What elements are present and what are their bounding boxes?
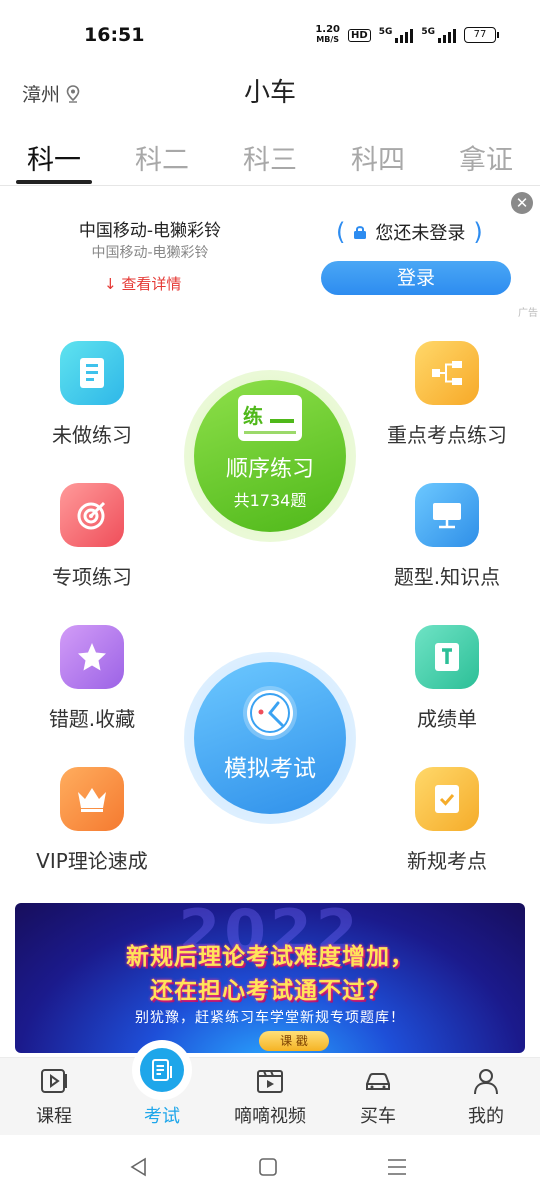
notebook-icon [60,341,124,405]
crown-icon [60,767,124,831]
feature-special-practice[interactable]: 专项练习 [0,483,192,590]
nav-label: 课程 [36,1106,72,1127]
feature-label: 专项练习 [52,565,132,589]
question-count: 共1734题 [233,491,307,510]
ad-title: 中国移动-电獭彩铃 [78,221,222,241]
banner-cta-button[interactable]: 课 戳 [259,1031,329,1051]
feature-question-types[interactable]: 题型.知识点 [347,483,540,590]
signal-icon: 5G [379,27,414,43]
back-icon[interactable] [127,1155,151,1179]
video-play-icon [41,1069,67,1093]
nav-label: 买车 [360,1106,396,1127]
feature-label: 未做练习 [52,423,132,447]
tab-subject-2[interactable]: 科二 [108,138,216,177]
signal-icon-2: 5G [421,27,456,43]
subject-tabs: 科一 科二 科三 科四 拿证 [0,128,540,186]
tab-subject-3[interactable]: 科三 [216,138,324,177]
feature-new-rules[interactable]: 新规考点 [347,767,540,874]
nav-item-profile[interactable]: 我的 [432,1058,540,1136]
download-arrow-icon: ↓ [104,275,117,293]
system-nav-bar [0,1135,540,1200]
film-icon [257,1070,283,1093]
nav-item-videos[interactable]: 嘀嘀视频 [216,1058,324,1136]
feature-undone-practice[interactable]: 未做练习 [0,341,192,448]
presentation-icon [415,483,479,547]
star-icon [60,625,124,689]
car-icon [366,1073,390,1090]
network-speed: 1.20 MB/S [315,24,341,45]
sequential-practice-label: 顺序练习 [225,457,314,482]
home-icon[interactable] [256,1155,280,1179]
feature-label: 新规考点 [407,849,487,873]
ad-banner[interactable]: ✕ 中国移动-电獭彩铃 中国移动-电獭彩铃 ↓ 查看详情 ( 您还未登录 ) 登… [0,188,540,320]
ad-detail-link[interactable]: ↓ 查看详情 [104,273,181,294]
nav-item-buy-car[interactable]: 买车 [324,1058,432,1136]
mindmap-icon [415,341,479,405]
status-time: 16:51 [84,24,145,46]
checklist-icon [415,767,479,831]
feature-label: VIP理论速成 [36,849,148,873]
banner-headline-2: 还在担心考试通不过？ [150,978,390,1004]
feature-label: 题型.知识点 [393,565,501,589]
tab-subject-4[interactable]: 科四 [324,138,432,177]
feature-label: 成绩单 [417,707,477,731]
nav-label: 考试 [144,1106,180,1127]
bottom-nav: 课程 考试 嘀嘀视频 买车 我的 [0,1040,540,1136]
feature-label: 重点考点练习 [387,423,507,447]
practice-card-icon: 练 [238,395,302,441]
feature-score-report[interactable]: 成绩单 [347,625,540,732]
nav-label: 嘀嘀视频 [234,1106,306,1127]
stopwatch-icon [243,686,297,740]
hd-icon: HD [348,28,371,42]
mock-exam-button[interactable]: 模拟考试 [194,662,346,814]
login-button[interactable]: 登录 [321,261,511,295]
close-icon[interactable]: ✕ [511,192,533,214]
sequential-practice-button[interactable]: 练 顺序练习 共1734题 [194,380,346,532]
battery-icon: 77 [464,27,499,43]
tab-get-license[interactable]: 拿证 [432,138,540,177]
person-icon [474,1069,498,1095]
feature-vip-course[interactable]: VIP理论速成 [0,767,192,874]
feature-wrong-favorites[interactable]: 错题.收藏 [0,625,192,732]
exam-sheet-icon [140,1048,184,1092]
mock-exam-label: 模拟考试 [224,756,316,782]
nav-label: 我的 [468,1106,504,1127]
header: 漳州 小车 [0,68,540,112]
login-status: ( 您还未登录 ) [336,218,483,246]
status-bar: 16:51 1.20 MB/S HD 5G 5G 77 [0,0,540,72]
status-icons: 1.20 MB/S HD 5G 5G 77 [315,24,499,45]
tab-subject-1[interactable]: 科一 [0,138,108,177]
banner-subline: 别犹豫，赶紧练习车学堂新规专项题库！ [135,1010,405,1026]
nav-item-course[interactable]: 课程 [0,1058,108,1136]
feature-key-points-practice[interactable]: 重点考点练习 [347,341,540,448]
promo-banner[interactable]: 2022 新规后理论考试难度增加， 还在担心考试通不过？ 别犹豫，赶紧练习车学堂… [15,903,525,1053]
recent-apps-icon[interactable] [385,1155,409,1179]
report-icon [415,625,479,689]
target-icon [60,483,124,547]
ad-subtitle: 中国移动-电獭彩铃 [91,245,209,261]
feature-label: 错题.收藏 [48,707,136,731]
ad-mark: 广告 [518,308,538,319]
page-title: 小车 [243,78,296,108]
active-tab-indicator [16,180,92,184]
nav-item-exam[interactable]: 考试 [108,1040,216,1136]
banner-headline-1: 新规后理论考试难度增加， [126,944,414,970]
lock-icon [354,226,367,239]
